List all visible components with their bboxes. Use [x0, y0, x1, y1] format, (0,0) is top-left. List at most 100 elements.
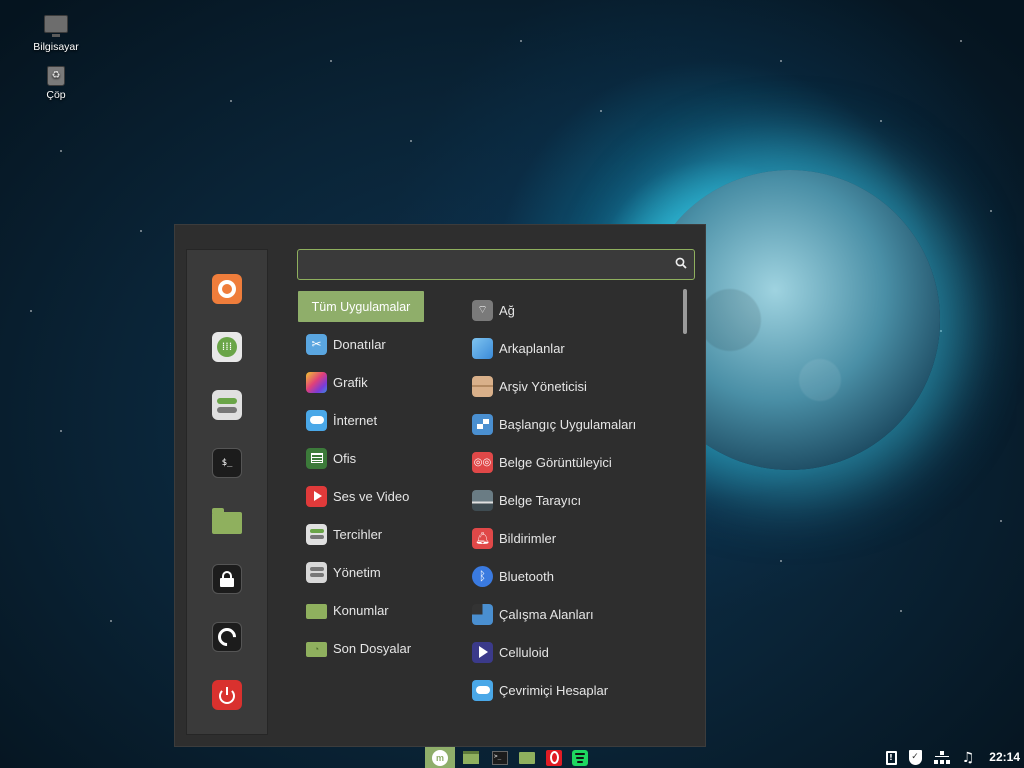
scissors-icon: ✂	[306, 333, 327, 355]
taskbar-clock[interactable]: 22:14	[989, 750, 1020, 764]
toggles-icon	[306, 561, 327, 583]
category-accessories[interactable]: ✂ Donatılar	[297, 325, 457, 363]
clipboard-icon: !	[885, 750, 897, 765]
app-bluetooth[interactable]: ᛒ Bluetooth	[463, 557, 675, 595]
wallpaper-icon	[472, 337, 493, 359]
computer-icon	[44, 15, 68, 37]
power-icon	[219, 687, 235, 704]
category-preferences[interactable]: Tercihler	[297, 515, 457, 553]
terminal-icon: >_	[492, 750, 508, 765]
wifi-icon: ⌔	[472, 299, 493, 321]
app-label: Ağ	[499, 302, 515, 318]
celluloid-icon	[472, 641, 493, 663]
spotify-icon	[572, 749, 588, 766]
taskbar-opera[interactable]	[542, 747, 566, 768]
music-icon: ♫	[961, 749, 975, 766]
app-label: Belge Görüntüleyici	[499, 454, 612, 470]
category-label: Tercihler	[333, 526, 383, 542]
app-network[interactable]: ⌔ Ağ	[463, 291, 675, 329]
menu-search-box[interactable]	[297, 249, 695, 280]
fav-terminal[interactable]: $_	[212, 448, 242, 478]
opera-icon	[546, 749, 562, 766]
desktop-icon	[463, 751, 479, 764]
tray-update-manager[interactable]: ✓	[904, 747, 926, 768]
cloud-icon	[306, 409, 327, 431]
app-backgrounds[interactable]: Arkaplanlar	[463, 329, 675, 367]
toggles-icon	[217, 397, 237, 413]
taskbar-terminal[interactable]: >_	[488, 747, 512, 768]
category-label: Ses ve Video	[333, 488, 410, 504]
archive-icon	[472, 375, 493, 397]
desktop-icon-label: Bilgisayar	[33, 41, 79, 53]
app-list-scrollbar[interactable]	[683, 289, 687, 334]
desktop-icon-trash[interactable]: ♻ Çöp	[16, 66, 96, 101]
category-label: Grafik	[333, 374, 368, 390]
toggles-icon	[306, 523, 327, 545]
category-label: Tüm Uygulamalar	[311, 299, 411, 314]
app-document-scanner[interactable]: Belge Tarayıcı	[463, 481, 675, 519]
tray-clipboard[interactable]: !	[881, 747, 901, 768]
application-list: ⌔ Ağ Arkaplanlar Arşiv Yöneticisi Başlan…	[463, 291, 675, 709]
app-workspaces[interactable]: Çalışma Alanları	[463, 595, 675, 633]
application-menu: ⁞⁞⁞ $_ Tüm Uygulamalar ✂ Donatılar Grafi…	[174, 224, 706, 747]
app-notifications[interactable]: 🔔︎ Bildirimler	[463, 519, 675, 557]
recent-folder-icon: ◔	[306, 638, 327, 659]
network-icon	[934, 750, 950, 765]
app-archive-manager[interactable]: Arşiv Yöneticisi	[463, 367, 675, 405]
folder-icon	[212, 508, 242, 534]
category-graphics[interactable]: Grafik	[297, 363, 457, 401]
play-icon	[306, 485, 327, 507]
fav-files[interactable]	[212, 506, 242, 536]
fav-logout[interactable]	[212, 622, 242, 652]
taskbar-menu-button[interactable]: m	[425, 747, 455, 768]
fav-software-manager[interactable]: ⁞⁞⁞	[212, 332, 242, 362]
taskbar-show-desktop[interactable]	[459, 747, 483, 768]
taskbar-spotify[interactable]	[568, 747, 592, 768]
desktop-icon-computer[interactable]: Bilgisayar	[16, 15, 96, 53]
folder-icon	[306, 600, 327, 621]
category-label: İnternet	[333, 412, 378, 428]
app-document-viewer[interactable]: ◎◎ Belge Görüntüleyici	[463, 443, 675, 481]
fav-settings[interactable]	[212, 390, 242, 420]
folder-icon	[519, 751, 535, 764]
category-label: Donatılar	[333, 336, 386, 352]
app-label: Bildirimler	[499, 530, 557, 546]
fav-firefox[interactable]	[212, 274, 242, 304]
desktop-icon-label: Çöp	[46, 89, 66, 101]
category-sound-video[interactable]: Ses ve Video	[297, 477, 457, 515]
glasses-icon: ◎◎	[472, 451, 493, 473]
app-label: Arkaplanlar	[499, 340, 565, 356]
category-all-applications[interactable]: Tüm Uygulamalar	[298, 291, 424, 322]
tray-sound[interactable]: ♫	[958, 747, 978, 768]
search-input[interactable]	[304, 254, 658, 277]
category-internet[interactable]: İnternet	[297, 401, 457, 439]
app-label: Belge Tarayıcı	[499, 492, 582, 508]
category-label: Ofis	[333, 450, 357, 466]
app-startup-applications[interactable]: Başlangıç Uygulamaları	[463, 405, 675, 443]
app-label: Bluetooth	[499, 568, 554, 584]
scanner-icon	[472, 489, 493, 511]
startup-icon	[472, 413, 493, 435]
category-recent-files[interactable]: ◔ Son Dosyalar	[297, 629, 457, 667]
app-celluloid[interactable]: Celluloid	[463, 633, 675, 671]
app-label: Çalışma Alanları	[499, 606, 594, 622]
taskbar: m >_ ! ✓ ♫ 22:14	[0, 747, 1024, 768]
category-list: Tüm Uygulamalar ✂ Donatılar Grafik İnter…	[297, 291, 457, 667]
category-administration[interactable]: Yönetim	[297, 553, 457, 591]
workspaces-icon	[472, 603, 493, 625]
app-label: Çevrimiçi Hesaplar	[499, 682, 609, 698]
category-label: Konumlar	[333, 602, 389, 618]
taskbar-files[interactable]	[515, 747, 539, 768]
tray-network[interactable]	[931, 747, 953, 768]
trash-icon: ♻	[47, 66, 65, 86]
app-label: Başlangıç Uygulamaları	[499, 416, 637, 432]
category-office[interactable]: Ofis	[297, 439, 457, 477]
category-places[interactable]: Konumlar	[297, 591, 457, 629]
palette-icon	[306, 371, 327, 393]
fav-shutdown[interactable]	[212, 680, 242, 710]
fav-lock-screen[interactable]	[212, 564, 242, 594]
lock-icon	[220, 571, 234, 587]
app-online-accounts[interactable]: Çevrimiçi Hesaplar	[463, 671, 675, 709]
bluetooth-icon: ᛒ	[472, 565, 493, 587]
mint-logo-icon: m	[432, 749, 448, 766]
